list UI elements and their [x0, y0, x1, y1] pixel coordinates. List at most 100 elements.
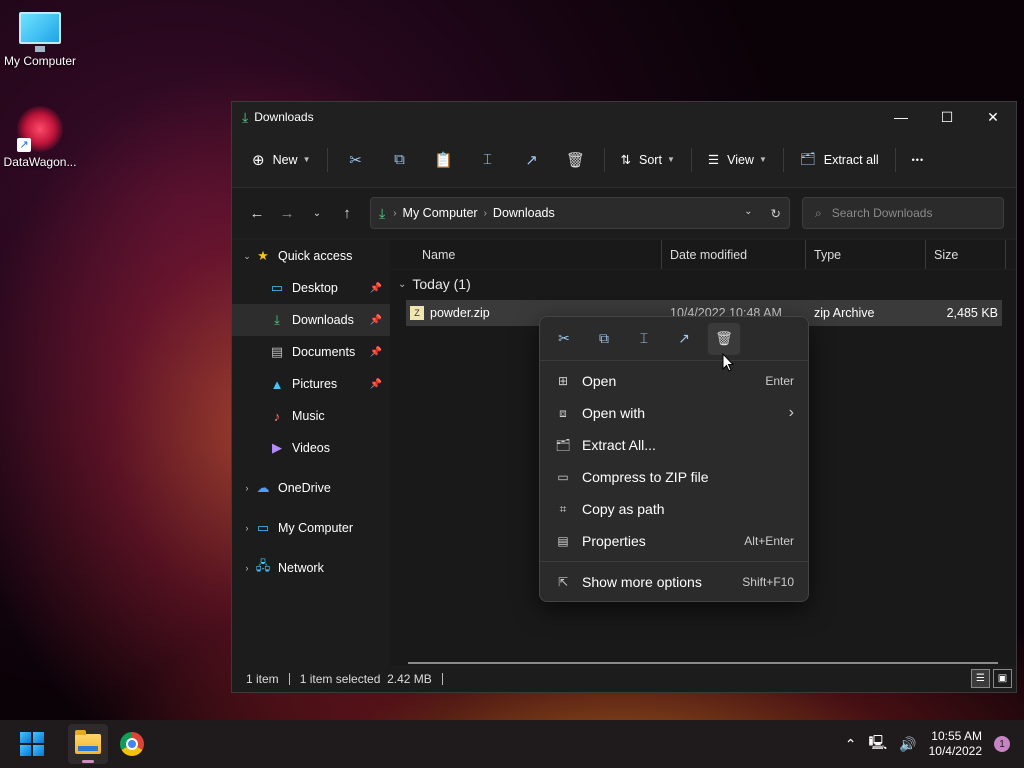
chrome-taskbar-button[interactable]	[112, 724, 152, 764]
network-icon[interactable]: 🖳	[868, 732, 887, 756]
copy-icon[interactable]: ⧉	[588, 323, 620, 355]
divider	[690, 147, 692, 172]
sidebar-item-music[interactable]: ♪ Music	[232, 400, 390, 432]
column-label: Date modified	[670, 247, 748, 262]
file-explorer-taskbar-button[interactable]	[68, 724, 108, 764]
chevron-down-icon[interactable]: ⌄	[240, 251, 254, 262]
column-type[interactable]: Type	[806, 240, 926, 269]
paste-icon[interactable]: 📋	[430, 144, 458, 176]
share-icon[interactable]: ↗	[668, 323, 700, 355]
close-button[interactable]: ✕	[970, 102, 1016, 132]
maximize-button[interactable]: ☐	[924, 102, 970, 132]
share-icon[interactable]: ↗	[518, 144, 546, 176]
more-options-button[interactable]: •••	[902, 144, 934, 176]
sidebar-item-documents[interactable]: ▤ Documents 📌	[232, 336, 390, 368]
delete-icon[interactable]: 🗑	[562, 144, 590, 176]
menu-item-label: Show more options	[582, 574, 702, 590]
large-icons-view-button[interactable]: ▣	[993, 669, 1012, 688]
volume-icon[interactable]: 🔊	[899, 736, 916, 753]
desktop-icon-my-computer[interactable]: My Computer	[0, 12, 80, 68]
plus-circle-icon: ⊕	[252, 151, 265, 169]
menu-item-label: Compress to ZIP file	[582, 469, 709, 485]
new-button[interactable]: ⊕ New ▼	[242, 144, 321, 176]
item-count: 1 item	[246, 672, 279, 686]
cut-icon[interactable]: ✂	[548, 323, 580, 355]
view-label: View	[727, 152, 754, 167]
search-box[interactable]: ⌕	[802, 197, 1004, 229]
sidebar-item-quick-access[interactable]: ⌄ ★ Quick access	[232, 240, 390, 272]
divider	[288, 673, 290, 685]
sidebar-item-downloads[interactable]: ⤓ Downloads 📌	[232, 304, 390, 336]
extract-all-label: Extract all	[823, 152, 879, 167]
desktop-icon-label: DataWagon...	[3, 155, 77, 169]
start-button[interactable]	[12, 724, 52, 764]
sort-icon: ⇅	[620, 153, 631, 167]
desktop-icon-label: My Computer	[3, 54, 77, 68]
group-label: Today (1)	[412, 276, 471, 292]
details-view-button[interactable]: ☰	[971, 669, 990, 688]
group-header-today[interactable]: ⌄ Today (1)	[390, 270, 1016, 298]
desktop-icon-datawagon[interactable]: ↗ DataWagon...	[0, 106, 80, 169]
archive-app-icon: ⊞	[557, 374, 569, 388]
sidebar-item-videos[interactable]: ▶ Videos	[232, 432, 390, 464]
more-icon: •••	[911, 154, 925, 165]
file-size: 2,485 KB	[946, 306, 998, 320]
chevron-right-icon[interactable]: ›	[240, 483, 254, 493]
command-bar: ⊕ New ▼ ✂ ⧉ 📋 ⌶ ↗ 🗑 ⇅ Sort ▼ ☰ View ▼ 🗂 …	[232, 132, 1016, 188]
column-header: Name Date modified Type Size	[390, 240, 1016, 270]
extract-all-button[interactable]: 🗂 Extract all	[790, 144, 889, 176]
menu-item-properties[interactable]: ▤ Properties Alt+Enter	[540, 525, 808, 557]
sidebar-item-my-computer[interactable]: › ▭ My Computer	[232, 512, 390, 544]
delete-icon[interactable]: 🗑	[708, 322, 740, 355]
sort-button[interactable]: ⇅ Sort ▼	[611, 144, 685, 176]
cloud-icon: ☁	[256, 480, 270, 495]
file-name: powder.zip	[430, 306, 490, 320]
up-button[interactable]: ↑	[332, 198, 362, 228]
copy-icon[interactable]: ⧉	[386, 144, 414, 176]
column-label: Type	[814, 247, 842, 262]
search-icon: ⌕	[815, 205, 822, 220]
view-button[interactable]: ☰ View ▼	[698, 144, 777, 176]
chevron-right-icon[interactable]: ›	[240, 563, 254, 573]
column-size[interactable]: Size	[926, 240, 1006, 269]
minimize-button[interactable]: —	[878, 102, 924, 132]
sidebar-item-label: Network	[278, 561, 324, 575]
back-button[interactable]: ←	[242, 198, 272, 228]
column-date-modified[interactable]: Date modified	[662, 240, 806, 269]
notification-badge[interactable]: 1	[994, 736, 1010, 752]
clock[interactable]: 10:55 AM 10/4/2022	[929, 729, 982, 759]
column-name[interactable]: Name	[390, 240, 662, 269]
sidebar-item-onedrive[interactable]: › ☁ OneDrive	[232, 472, 390, 504]
rename-icon[interactable]: ⌶	[474, 144, 502, 176]
rename-icon[interactable]: ⌶	[628, 323, 660, 355]
menu-item-compress-zip[interactable]: ▭ Compress to ZIP file	[540, 461, 808, 493]
breadcrumb-my-computer[interactable]: My Computer	[403, 206, 478, 220]
videos-icon: ▶	[272, 440, 282, 455]
menu-item-extract-all[interactable]: 🗂 Extract All...	[540, 429, 808, 461]
horizontal-scrollbar[interactable]	[408, 662, 998, 664]
sidebar-item-label: Downloads	[292, 313, 354, 327]
chevron-right-icon[interactable]: ›	[240, 523, 254, 533]
divider	[326, 147, 328, 172]
chevron-up-icon[interactable]: ⌃	[845, 736, 857, 753]
cut-icon[interactable]: ✂	[342, 144, 370, 176]
search-input[interactable]	[831, 206, 982, 220]
forward-button[interactable]: →	[272, 198, 302, 228]
sidebar-item-desktop[interactable]: ▭ Desktop 📌	[232, 272, 390, 304]
refresh-icon[interactable]: ↻	[771, 206, 781, 221]
address-bar[interactable]: ⤓ › My Computer › Downloads ⌄ ↻	[370, 197, 790, 229]
menu-item-copy-as-path[interactable]: ⌗ Copy as path	[540, 493, 808, 525]
shortcut-arrow-icon: ↗	[17, 138, 31, 152]
mouse-cursor-icon	[722, 353, 734, 372]
context-menu-toolbar: ✂ ⧉ ⌶ ↗ 🗑	[540, 317, 808, 361]
sidebar-item-pictures[interactable]: ▲ Pictures 📌	[232, 368, 390, 400]
address-dropdown-icon[interactable]: ⌄	[744, 206, 752, 221]
network-icon: 🖧	[255, 558, 271, 573]
sidebar-item-network[interactable]: › 🖧 Network	[232, 552, 390, 584]
downloads-icon: ⤓	[242, 108, 249, 125]
recent-locations-button[interactable]: ⌄	[302, 198, 332, 228]
menu-item-open[interactable]: ⊞ Open Enter	[540, 365, 808, 397]
menu-item-open-with[interactable]: ⧈ Open with ›	[540, 397, 808, 429]
breadcrumb-downloads[interactable]: Downloads	[493, 206, 555, 220]
menu-item-show-more-options[interactable]: ⇱ Show more options Shift+F10	[540, 566, 808, 598]
